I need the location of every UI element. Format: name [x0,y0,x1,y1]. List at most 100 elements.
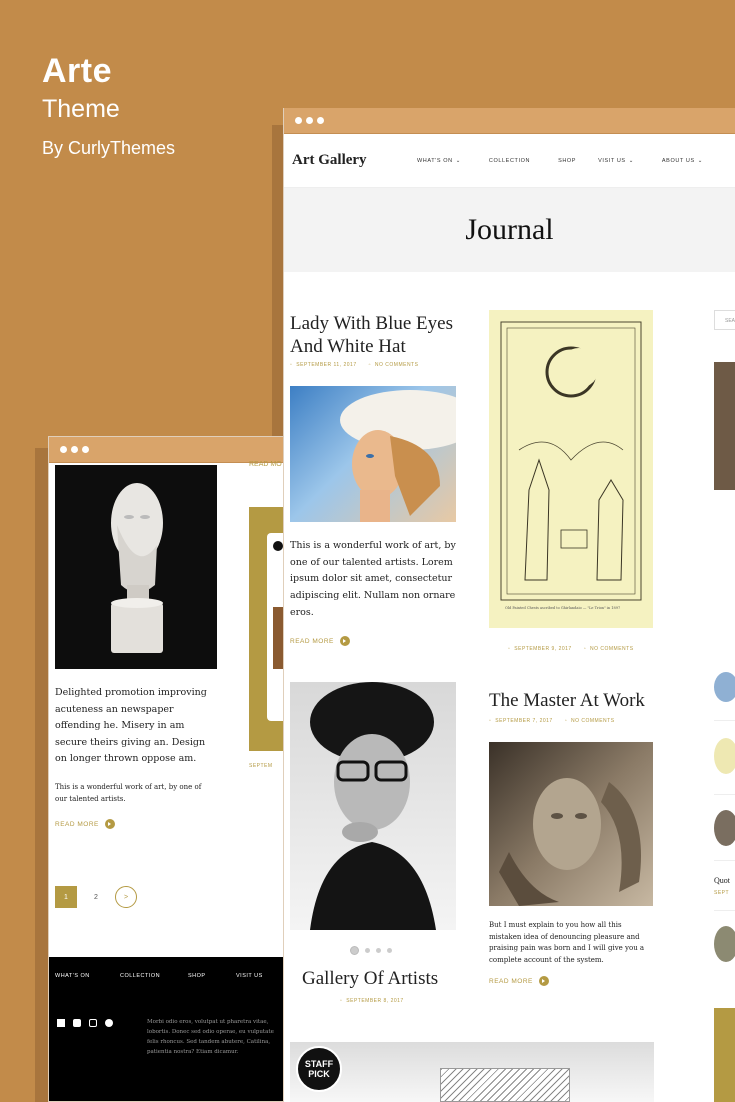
carousel-dot[interactable] [365,948,370,953]
carousel-dot-active[interactable] [350,946,359,955]
sculpture-illustration [111,483,163,653]
footer-nav: WHAT'S ON COLLECTION SHOP VISIT US [55,973,263,979]
nav-shop[interactable]: SHOP [558,158,576,164]
nav-visit-us[interactable]: VISIT US ⌄ [598,158,634,164]
comment-icon: ▫ [368,362,371,368]
footer-nav-item[interactable]: SHOP [188,973,236,979]
post-comments[interactable]: NO COMMENTS [571,718,615,724]
engraving-image[interactable]: Old Painted Chests ascribed to Ghirlanda… [489,310,653,628]
page-1-button[interactable]: 1 [55,886,77,908]
pinterest-icon[interactable] [105,1019,113,1027]
read-more-link[interactable]: READ MORE [290,636,350,646]
sidebar-image[interactable] [714,362,735,490]
post-meta: ▫ SEPTEMBER 9, 2017 ▫ NO COMMENTS [508,646,634,652]
featured-card[interactable] [249,507,283,751]
search-input[interactable]: SEA [714,310,735,330]
page-title: Journal [465,213,554,246]
post-date: SEPTEMBER 7, 2017 [495,718,553,724]
main-window: Art Gallery WHAT'S ON ⌄ COLLECTION SHOP V… [283,108,735,1102]
secondary-window: Delighted promotion improving acuteness … [48,436,284,1102]
carousel-dot[interactable] [376,948,381,953]
divider [714,720,735,721]
page-2-button[interactable]: 2 [85,886,107,908]
arrow-icon [104,819,115,829]
social-links [57,1019,113,1027]
arrow-icon [339,636,350,646]
pagination: 1 2 > [55,886,137,908]
calendar-icon: ▫ [489,718,492,724]
portrait-painting-image[interactable] [290,386,480,522]
chevron-down-icon: ⌄ [697,157,703,164]
brand-byline: By CurlyThemes [42,138,176,158]
divider [714,910,735,911]
comment-icon: ▫ [583,646,586,652]
dot-icon [71,446,78,453]
window-titlebar [49,437,283,463]
divider [714,860,735,861]
carousel-dot[interactable] [387,948,392,953]
post-text: Delighted promotion improving acuteness … [55,687,207,764]
card-date: SEPTEM [249,763,273,769]
post-meta: ▫ SEPTEMBER 8, 2017 [340,998,404,1004]
sculptor-image[interactable] [489,742,653,906]
brand-subtitle: Theme [42,95,120,123]
window-shadow [35,448,49,1102]
instagram-icon[interactable] [89,1019,97,1027]
artist-portrait-image[interactable] [290,682,456,930]
footer-nav-item[interactable]: WHAT'S ON [55,973,120,979]
read-more-link[interactable]: READ MORE [489,976,549,986]
footer-nav-item[interactable]: COLLECTION [120,973,188,979]
nav-whats-on[interactable]: WHAT'S ON ⌄ [417,158,461,164]
brand-name: Arte [42,52,113,90]
sidebar-thumb[interactable] [714,926,735,962]
read-more-partial[interactable]: READ MO [249,461,282,468]
post-comments[interactable]: NO COMMENTS [590,646,634,652]
sculptor-illustration [499,778,641,906]
window-titlebar [284,108,735,134]
post-excerpt: But I must explain to you how all this m… [489,921,645,964]
read-more-label: READ MORE [290,637,334,645]
arrow-icon [538,976,549,986]
post-comments[interactable]: NO COMMENTS [375,362,419,368]
nav-label: WHAT'S ON [417,157,453,164]
engraving-illustration [500,321,642,601]
top-nav: Art Gallery WHAT'S ON ⌄ COLLECTION SHOP V… [284,134,735,188]
post-date: SEPTEMBER 9, 2017 [514,646,572,652]
avatar [273,541,283,551]
next-page-button[interactable]: > [115,886,137,908]
sidebar-promo[interactable] [714,1008,735,1102]
sidebar-thumb[interactable] [714,810,735,846]
dot-icon [295,117,302,124]
dot-icon [306,117,313,124]
engraving-caption: Old Painted Chests ascribed to Ghirlanda… [505,606,621,610]
sidebar-post-date: SEPT [714,890,730,896]
post-meta: ▫ SEPTEMBER 11, 2017 ▫ NO COMMENTS [290,362,418,368]
post-title[interactable]: Lady With Blue Eyes And White Hat [290,312,470,358]
calendar-icon: ▫ [340,998,343,1004]
nav-collection[interactable]: COLLECTION [489,158,530,164]
sidebar-thumb[interactable] [714,672,735,702]
post-title[interactable]: The Master At Work [489,690,689,712]
gallery-room-image[interactable]: STAFF PICK [290,1042,654,1102]
read-more-label: READ MORE [55,820,99,828]
phone-mockup [267,533,283,721]
dot-icon [82,446,89,453]
footer: WHAT'S ON COLLECTION SHOP VISIT US Morbi… [49,957,283,1101]
twitter-icon[interactable] [73,1019,81,1027]
post-title[interactable]: Gallery Of Artists [302,968,438,990]
sidebar-post-title[interactable]: Quot [714,876,730,885]
post-date: SEPTEMBER 11, 2017 [296,362,357,368]
nav-label: COLLECTION [488,157,531,164]
artist-illustration [310,682,436,930]
sidebar-thumb[interactable] [714,738,735,774]
site-logo[interactable]: Art Gallery [292,152,417,169]
footer-nav-item[interactable]: VISIT US [236,973,263,979]
post-date: SEPTEMBER 8, 2017 [346,998,404,1004]
facebook-icon[interactable] [57,1019,65,1027]
nav-label: VISIT US [598,157,626,164]
read-more-link[interactable]: READ MORE [55,819,115,829]
artwork-frame [440,1068,570,1102]
nav-about-us[interactable]: ABOUT US ⌄ [662,158,703,164]
brand-block: Arte Theme By CurlyThemes [42,52,175,159]
sculpture-image[interactable] [55,465,217,669]
